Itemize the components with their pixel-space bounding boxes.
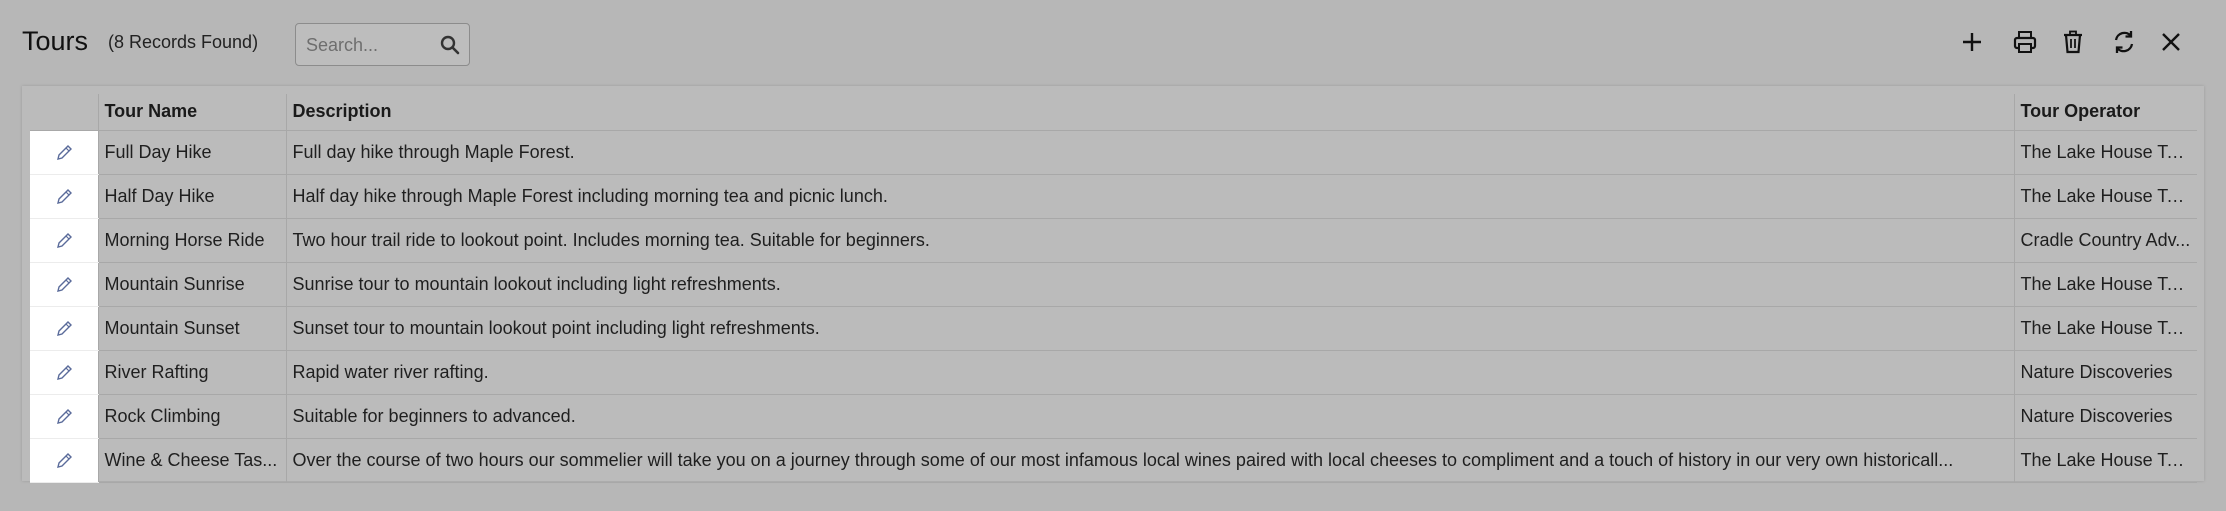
tour-name-cell: Full Day Hike <box>98 130 287 175</box>
edit-cell[interactable] <box>30 130 99 175</box>
refresh-button[interactable] <box>2108 26 2140 58</box>
edit-cell[interactable] <box>30 394 99 439</box>
pencil-icon[interactable] <box>54 231 74 251</box>
tour-operator-cell: Nature Discoveries <box>2014 394 2197 439</box>
pencil-icon[interactable] <box>54 407 74 427</box>
column-header-tour-operator[interactable]: Tour Operator <box>2014 94 2197 131</box>
refresh-icon <box>2114 31 2134 53</box>
search-icon[interactable] <box>440 35 460 55</box>
trash-icon <box>2064 30 2082 54</box>
print-icon <box>2013 31 2037 53</box>
table-row[interactable]: River Rafting Rapid water river rafting. N… <box>30 350 2197 395</box>
table-row[interactable]: Wine & Cheese Tas... Over the course of t… <box>30 438 2197 483</box>
description-cell: Full day hike through Maple Forest. <box>286 130 2015 175</box>
edit-cell[interactable] <box>30 306 99 351</box>
tour-name-cell: Half Day Hike <box>98 174 287 219</box>
search-box[interactable] <box>295 23 470 66</box>
delete-button[interactable] <box>2057 26 2089 58</box>
pencil-icon[interactable] <box>54 275 74 295</box>
tour-operator-cell: The Lake House To... <box>2014 438 2197 483</box>
description-cell: Two hour trail ride to lookout point. In… <box>286 218 2015 263</box>
close-button[interactable] <box>2155 26 2187 58</box>
description-cell: Sunrise tour to mountain lookout includi… <box>286 262 2015 307</box>
tour-operator-cell: Cradle Country Adv... <box>2014 218 2197 263</box>
table-row[interactable]: Rock Climbing Suitable for beginners to a… <box>30 394 2197 439</box>
tour-operator-cell: The Lake House To... <box>2014 262 2197 307</box>
page-title: Tours <box>22 26 89 56</box>
tour-operator-cell: Nature Discoveries <box>2014 350 2197 395</box>
search-input[interactable] <box>306 32 436 58</box>
table-row[interactable]: Morning Horse Ride Two hour trail ride to… <box>30 218 2197 263</box>
table-body: Full Day Hike Full day hike through Maple… <box>30 130 2197 483</box>
description-cell: Rapid water river rafting. <box>286 350 2015 395</box>
description-cell: Suitable for beginners to advanced. <box>286 394 2015 439</box>
tour-name-cell: Mountain Sunrise <box>98 262 287 307</box>
tour-operator-cell: The Lake House To... <box>2014 306 2197 351</box>
edit-cell[interactable] <box>30 438 99 483</box>
edit-cell[interactable] <box>30 174 99 219</box>
tour-name-cell: River Rafting <box>98 350 287 395</box>
close-icon <box>2162 33 2180 51</box>
table-row[interactable]: Half Day Hike Half day hike through Maple… <box>30 174 2197 219</box>
pencil-icon[interactable] <box>54 319 74 339</box>
tour-name-cell: Morning Horse Ride <box>98 218 287 263</box>
description-cell: Sunset tour to mountain lookout point in… <box>286 306 2015 351</box>
description-cell: Half day hike through Maple Forest inclu… <box>286 174 2015 219</box>
tour-name-cell: Rock Climbing <box>98 394 287 439</box>
pencil-icon[interactable] <box>54 363 74 383</box>
tour-name-cell: Wine & Cheese Tas... <box>98 438 287 483</box>
pencil-icon[interactable] <box>54 451 74 471</box>
pencil-icon[interactable] <box>54 187 74 207</box>
add-button[interactable] <box>1956 26 1988 58</box>
edit-cell[interactable] <box>30 350 99 395</box>
tours-table: Tour Name Description Tour Operator Full… <box>30 94 2197 483</box>
table-row[interactable]: Mountain Sunrise Sunrise tour to mountain… <box>30 262 2197 307</box>
description-cell: Over the course of two hours our sommeli… <box>286 438 2015 483</box>
table-row[interactable]: Full Day Hike Full day hike through Maple… <box>30 130 2197 175</box>
edit-cell[interactable] <box>30 262 99 307</box>
table-row[interactable]: Mountain Sunset Sunset tour to mountain l… <box>30 306 2197 351</box>
column-header-tour-name[interactable]: Tour Name <box>98 94 287 131</box>
print-button[interactable] <box>2009 26 2041 58</box>
tours-panel: Tour Name Description Tour Operator Full… <box>22 86 2204 483</box>
record-count: (8 Records Found) <box>108 32 259 52</box>
table-header-row: Tour Name Description Tour Operator <box>30 94 2197 131</box>
plus-icon <box>1963 33 1981 51</box>
tour-operator-cell: The Lake House To... <box>2014 174 2197 219</box>
page-header: Tours (8 Records Found) <box>0 0 2226 86</box>
edit-cell[interactable] <box>30 218 99 263</box>
tour-name-cell: Mountain Sunset <box>98 306 287 351</box>
column-header-edit <box>30 94 99 131</box>
column-header-description[interactable]: Description <box>286 94 2015 131</box>
pencil-icon[interactable] <box>54 143 74 163</box>
tour-operator-cell: The Lake House To... <box>2014 130 2197 175</box>
